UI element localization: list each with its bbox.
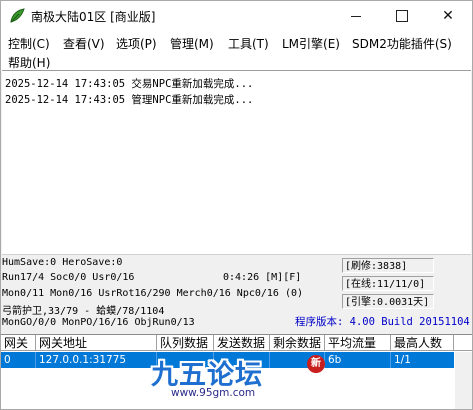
- minimize-icon: [351, 15, 361, 17]
- main-window: 南极大陆01区 [商业版] ✕ 控制(C) 查看(V) 选项(P) 管理(M) …: [0, 0, 473, 410]
- close-button[interactable]: ✕: [425, 1, 471, 31]
- gateway-table: 网关 网关地址 队列数据 发送数据 剩余数据 平均流量 最高人数 0 127.0…: [1, 334, 472, 409]
- title-bar[interactable]: 南极大陆01区 [商业版] ✕: [1, 1, 472, 31]
- uptime-status: 0:4:26 [M][F]: [223, 272, 302, 283]
- menu-manage[interactable]: 管理(M): [170, 35, 214, 52]
- col-queue-data[interactable]: 队列数据: [157, 335, 214, 351]
- menu-bar: 控制(C) 查看(V) 选项(P) 管理(M) 工具(T) LM引擎(E) SD…: [1, 31, 472, 71]
- col-remain-data[interactable]: 剩余数据: [270, 335, 325, 351]
- menu-view[interactable]: 查看(V): [63, 35, 105, 52]
- refresh-box: [刷修:3838]: [342, 258, 434, 273]
- col-gateway[interactable]: 网关: [1, 335, 36, 351]
- cell-queue: [157, 352, 214, 368]
- menu-control[interactable]: 控制(C): [8, 35, 50, 52]
- status-panel: HumSave:0 HeroSave:0 Run17/4 Soc0/0 Usr0…: [1, 254, 472, 334]
- cell-gateway: 0: [1, 352, 36, 368]
- save-status: HumSave:0 HeroSave:0: [2, 257, 123, 268]
- version-label: 程序版本: 4.00 Build 20151104: [295, 316, 470, 328]
- monster-status: Mon0/11 Mon0/16 UsrRot16/290 Merch0/16 N…: [2, 288, 304, 299]
- minimize-button[interactable]: [333, 1, 379, 31]
- menu-options[interactable]: 选项(P): [116, 35, 157, 52]
- col-max-users[interactable]: 最高人数: [391, 335, 454, 351]
- guard-status: 弓箭护卫,33/79 - 蛤蟆/78/1104: [2, 306, 165, 317]
- mongo-status: MonGO/0/0 MonPO/16/16 ObjRun0/13: [2, 317, 195, 328]
- menu-help[interactable]: 帮助(H): [8, 54, 50, 71]
- engine-box: [引擎:0.0031天]: [342, 294, 434, 309]
- col-send-data[interactable]: 发送数据: [214, 335, 270, 351]
- cell-send: [214, 352, 270, 368]
- vertical-scrollbar[interactable]: [455, 352, 472, 409]
- maximize-icon: [396, 10, 408, 22]
- close-icon: ✕: [442, 8, 454, 24]
- leaf-app-icon: [9, 8, 25, 24]
- window-title: 南极大陆01区 [商业版]: [31, 10, 156, 24]
- cell-avg: 6b: [325, 352, 391, 368]
- log-line: 2025-12-14 17:43:05 交易NPC重新加载完成...: [5, 78, 254, 90]
- cell-remain: [270, 352, 325, 368]
- header-filler: [454, 335, 472, 351]
- table-header: 网关 网关地址 队列数据 发送数据 剩余数据 平均流量 最高人数: [1, 335, 472, 352]
- log-area[interactable]: 2025-12-14 17:43:05 交易NPC重新加载完成... 2025-…: [2, 70, 471, 255]
- maximize-button[interactable]: [379, 1, 425, 31]
- menu-sdm2-plugins[interactable]: SDM2功能插件(S): [352, 35, 452, 52]
- log-line: 2025-12-14 17:43:05 管理NPC重新加载完成...: [5, 94, 254, 106]
- run-status: Run17/4 Soc0/0 Usr0/16: [2, 272, 135, 283]
- cell-address: 127.0.0.1:31775: [36, 352, 157, 368]
- col-gateway-address[interactable]: 网关地址: [36, 335, 157, 351]
- online-box: [在线:11/11/0]: [342, 276, 434, 291]
- menu-tools[interactable]: 工具(T): [228, 35, 269, 52]
- table-row[interactable]: 0 127.0.0.1:31775 6b 1/1: [1, 352, 454, 368]
- cell-max: 1/1: [394, 354, 411, 366]
- col-avg-traffic[interactable]: 平均流量: [325, 335, 391, 351]
- menu-lm-engine[interactable]: LM引擎(E): [282, 35, 340, 52]
